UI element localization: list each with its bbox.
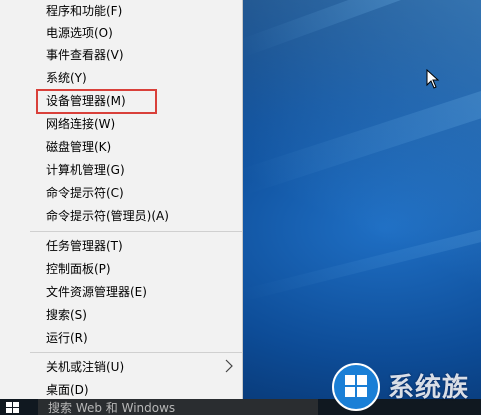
winx-context-menu: 程序和功能(F) 电源选项(O) 事件查看器(V) 系统(Y) 设备管理器(M)… bbox=[0, 0, 243, 407]
menu-item-desktop[interactable]: 桌面(D) bbox=[0, 379, 242, 401]
menu-item-programs-features[interactable]: 程序和功能(F) bbox=[0, 0, 242, 22]
menu-item-event-viewer[interactable]: 事件查看器(V) bbox=[0, 44, 242, 66]
windows-start-icon[interactable] bbox=[0, 399, 36, 415]
windows-logo-icon bbox=[332, 363, 380, 411]
wallpaper-light-ray bbox=[236, 0, 481, 58]
menu-item-system[interactable]: 系统(Y) bbox=[0, 67, 242, 89]
menu-item-file-explorer[interactable]: 文件资源管理器(E) bbox=[0, 281, 242, 303]
menu-item-shutdown-signout[interactable]: 关机或注销(U) bbox=[0, 356, 242, 378]
menu-item-search[interactable]: 搜索(S) bbox=[0, 304, 242, 326]
menu-item-command-prompt[interactable]: 命令提示符(C) bbox=[0, 182, 242, 204]
highlight-box bbox=[36, 89, 157, 114]
wallpaper-light-ray bbox=[235, 90, 481, 196]
site-watermark: 系统族 bbox=[330, 360, 481, 415]
mouse-cursor-icon bbox=[426, 69, 440, 89]
chevron-right-icon bbox=[225, 359, 233, 373]
menu-separator bbox=[30, 231, 242, 232]
menu-item-disk-management[interactable]: 磁盘管理(K) bbox=[0, 136, 242, 158]
menu-item-power-options[interactable]: 电源选项(O) bbox=[0, 22, 242, 44]
menu-item-command-prompt-admin[interactable]: 命令提示符(管理员)(A) bbox=[0, 205, 242, 227]
wallpaper-light-ray bbox=[238, 227, 481, 302]
menu-item-run[interactable]: 运行(R) bbox=[0, 327, 242, 349]
menu-separator bbox=[30, 352, 242, 353]
taskbar-search-box[interactable]: 搜索 Web 和 Windows bbox=[38, 399, 318, 415]
menu-item-task-manager[interactable]: 任务管理器(T) bbox=[0, 235, 242, 257]
menu-item-control-panel[interactable]: 控制面板(P) bbox=[0, 258, 242, 280]
menu-item-computer-management[interactable]: 计算机管理(G) bbox=[0, 159, 242, 181]
watermark-text: 系统族 bbox=[388, 373, 470, 403]
menu-item-network-connections[interactable]: 网络连接(W) bbox=[0, 113, 242, 135]
